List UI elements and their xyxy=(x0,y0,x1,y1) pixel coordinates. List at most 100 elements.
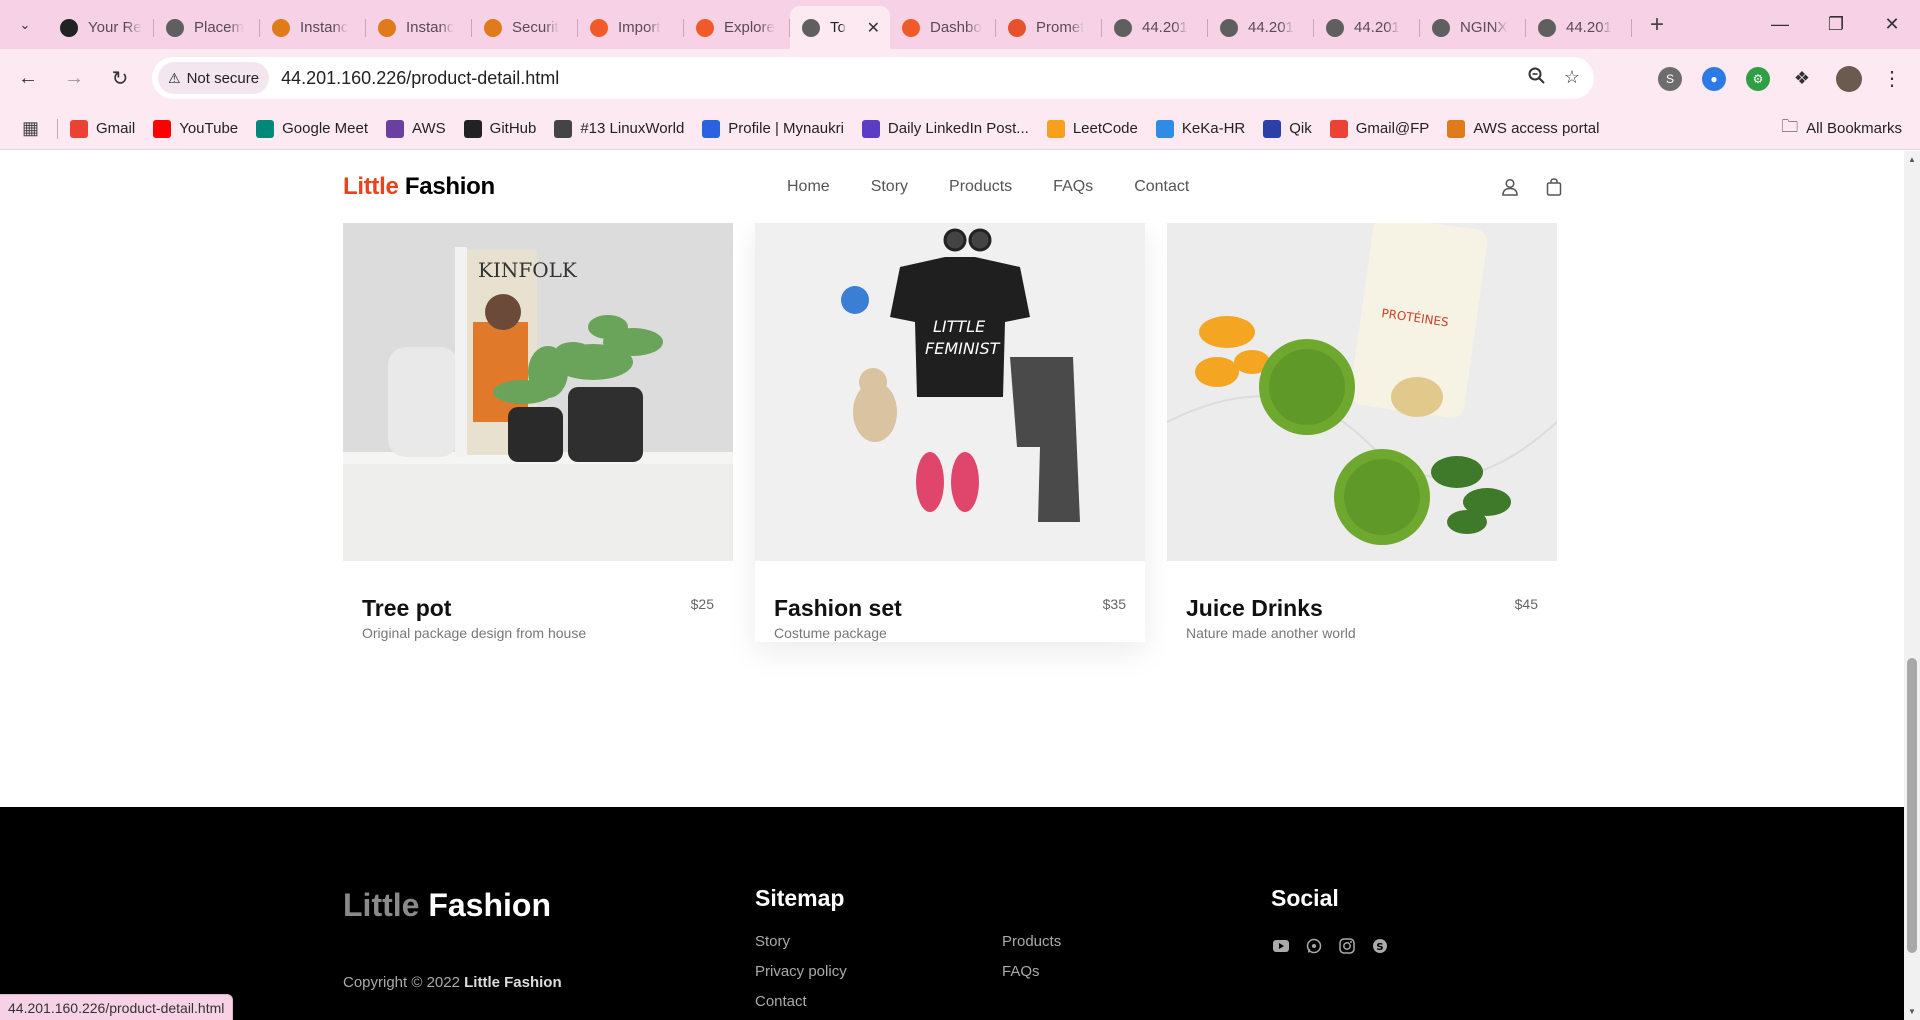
footer-link-story[interactable]: Story xyxy=(755,933,847,963)
browser-tab[interactable]: Securit xyxy=(472,10,578,46)
page-scrollbar[interactable]: ▲ ▼ xyxy=(1904,151,1920,1020)
user-icon[interactable] xyxy=(1500,177,1520,197)
address-bar[interactable]: ⚠ Not secure 44.201.160.226/product-deta… xyxy=(152,57,1594,99)
scrollbar-thumb[interactable] xyxy=(1907,658,1917,953)
restore-icon[interactable]: ❐ xyxy=(1808,0,1864,49)
extensions-puzzle-icon[interactable]: ❖ xyxy=(1790,67,1814,91)
bookmark-item[interactable]: AWS xyxy=(386,119,446,138)
nav-link-home[interactable]: Home xyxy=(787,178,830,196)
browser-tab[interactable]: Import xyxy=(578,10,684,46)
product-image-tree-pot[interactable]: KINFOLK xyxy=(343,222,733,561)
bookmark-item[interactable]: Gmail@FP xyxy=(1329,119,1429,138)
bookmark-item[interactable]: LeetCode xyxy=(1046,119,1138,138)
footer-link-products[interactable]: Products xyxy=(1002,933,1061,963)
product-title[interactable]: Fashion set xyxy=(774,595,902,622)
whatsapp-icon[interactable] xyxy=(1304,936,1323,955)
nav-link-contact[interactable]: Contact xyxy=(1134,178,1189,196)
bookmark-item[interactable]: Qik xyxy=(1263,119,1312,138)
browser-tab[interactable]: To ✕ xyxy=(790,6,890,49)
tab-title: Your Re xyxy=(88,19,142,36)
globe-icon xyxy=(166,18,184,37)
site-info-button[interactable]: ⚠ Not secure xyxy=(158,62,270,94)
browser-tab[interactable]: 44.201 xyxy=(1526,10,1632,46)
aws-icon xyxy=(272,18,290,37)
browser-tab[interactable]: 44.201 xyxy=(1314,10,1420,46)
all-bookmarks-button[interactable]: 🗀 All Bookmarks xyxy=(1781,114,1902,143)
product-image-fashion-set[interactable]: LITTLE FEMINIST xyxy=(755,222,1145,561)
product-title[interactable]: Tree pot xyxy=(362,595,451,622)
profile-avatar[interactable] xyxy=(1836,65,1862,92)
minimize-icon[interactable]: — xyxy=(1752,0,1808,49)
tab-title: 44.201 xyxy=(1142,19,1188,36)
bookmark-item[interactable]: #13 LinuxWorld xyxy=(554,119,684,138)
globe-icon xyxy=(1432,18,1450,37)
product-card[interactable]: PROTÉINES Juice Drinks $45 Nature made a… xyxy=(1167,222,1557,642)
svg-text:S: S xyxy=(1376,942,1383,953)
browser-tab[interactable]: 44.201 xyxy=(1208,10,1314,46)
close-window-icon[interactable]: ✕ xyxy=(1864,0,1920,49)
browser-tab[interactable]: Dashbo xyxy=(890,10,996,46)
all-bookmarks-label: All Bookmarks xyxy=(1806,120,1902,137)
extension-icon[interactable]: ● xyxy=(1702,66,1726,91)
footer-link-faqs[interactable]: FAQs xyxy=(1002,963,1061,993)
footer-logo[interactable]: Little Fashion xyxy=(343,887,551,924)
browser-tab[interactable]: 44.201 xyxy=(1102,10,1208,46)
bookmark-item[interactable]: KeKa-HR xyxy=(1155,119,1245,138)
scroll-down-arrow-icon[interactable]: ▼ xyxy=(1908,1007,1916,1016)
link-status-bubble: 44.201.160.226/product-detail.html xyxy=(0,994,234,1020)
product-description: Original package design from house xyxy=(362,625,587,641)
url-text[interactable]: 44.201.160.226/product-detail.html xyxy=(281,68,559,89)
sitemap-heading: Sitemap xyxy=(755,885,845,911)
site-logo[interactable]: Little Fashion xyxy=(343,173,495,201)
product-title[interactable]: Juice Drinks xyxy=(1186,595,1323,622)
tab-strip: ⌄ Your Re Placem Instanc Instanc Securit Impo… xyxy=(0,0,1920,49)
bookmark-item[interactable]: Daily LinkedIn Post... xyxy=(861,119,1029,138)
apps-grid-icon[interactable]: ▦ xyxy=(22,118,39,139)
browser-tab[interactable]: NGINX xyxy=(1420,10,1526,46)
browser-tab[interactable]: Explore xyxy=(684,10,790,46)
github-icon xyxy=(60,18,78,37)
footer-link-contact[interactable]: Contact xyxy=(755,993,847,1020)
footer-link-privacy-policy[interactable]: Privacy policy xyxy=(755,963,847,993)
nav-link-products[interactable]: Products xyxy=(949,178,1012,196)
globe-icon xyxy=(802,18,820,37)
bookmark-item[interactable]: AWS access portal xyxy=(1447,119,1599,138)
new-tab-button[interactable]: + xyxy=(1640,8,1674,42)
site-footer: Little Fashion Copyright © 2022 Little F… xyxy=(0,807,1904,1020)
bookmark-item[interactable]: Google Meet xyxy=(256,119,368,138)
product-card[interactable]: KINFOLK Tree pot $25 Original package de… xyxy=(343,222,733,642)
browser-tab[interactable]: Your Re xyxy=(48,10,154,46)
browser-tab[interactable]: Instanc xyxy=(366,10,472,46)
scroll-up-arrow-icon[interactable]: ▲ xyxy=(1908,155,1916,164)
close-tab-icon[interactable]: ✕ xyxy=(867,18,880,38)
extension-icon[interactable]: S xyxy=(1658,66,1682,91)
tab-search-chevron-icon[interactable]: ⌄ xyxy=(8,8,42,42)
browser-tab[interactable]: Instanc xyxy=(260,10,366,46)
extension-icon[interactable]: ⚙ xyxy=(1746,66,1770,91)
zoom-icon[interactable] xyxy=(1528,67,1546,90)
bookmark-item[interactable]: Gmail xyxy=(70,119,135,138)
menu-kebab-icon[interactable]: ⋮ xyxy=(1882,66,1902,91)
naukri-icon xyxy=(702,119,721,138)
bookmark-star-icon[interactable]: ☆ xyxy=(1564,67,1580,90)
reload-icon[interactable]: ↻ xyxy=(102,61,138,97)
browser-tab[interactable]: Placem xyxy=(154,10,260,46)
skype-icon[interactable]: S xyxy=(1370,936,1389,955)
shopping-bag-icon[interactable] xyxy=(1544,177,1564,197)
product-image-juice-drinks[interactable]: PROTÉINES xyxy=(1167,222,1557,561)
forward-icon[interactable]: → xyxy=(56,61,92,97)
nav-link-story[interactable]: Story xyxy=(871,178,908,196)
bookmark-item[interactable]: GitHub xyxy=(463,119,536,138)
product-card[interactable]: LITTLE FEMINIST Fashion set $35 Costume … xyxy=(755,222,1145,642)
warning-icon: ⚠ xyxy=(168,69,181,86)
nav-link-faqs[interactable]: FAQs xyxy=(1053,178,1093,196)
page-viewport: KINFOLK Tree pot $25 Original package de… xyxy=(0,151,1904,1020)
instagram-icon[interactable] xyxy=(1337,936,1356,955)
grafana-icon xyxy=(696,18,714,37)
youtube-icon[interactable] xyxy=(1271,936,1290,955)
tab-title: 44.201 xyxy=(1248,19,1294,36)
back-icon[interactable]: ← xyxy=(10,61,46,97)
browser-tab[interactable]: Promet xyxy=(996,10,1102,46)
bookmark-item[interactable]: YouTube xyxy=(153,119,238,138)
bookmark-item[interactable]: Profile | Mynaukri xyxy=(702,119,844,138)
